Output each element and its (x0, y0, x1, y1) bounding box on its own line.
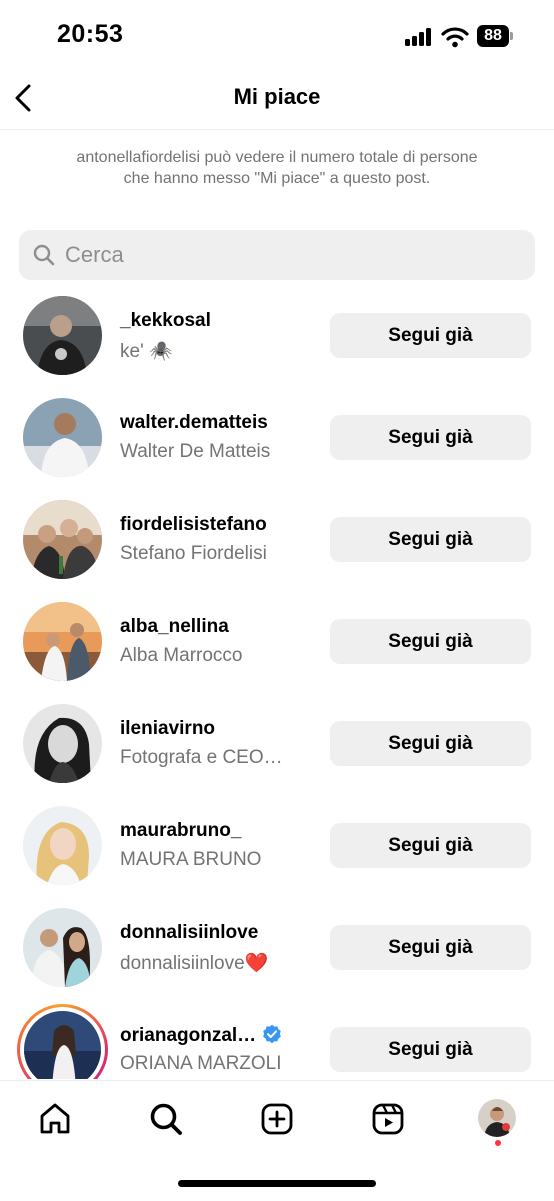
list-item[interactable]: _kekkosal ke' 🕷️ Segui già (0, 283, 554, 385)
full-name: ORIANA MARZOLI (120, 1053, 282, 1074)
following-button[interactable]: Segui già (330, 415, 531, 460)
create-post-icon[interactable] (257, 1099, 297, 1139)
full-name: Alba Marrocco (120, 645, 243, 666)
username[interactable]: alba_nellina (120, 616, 229, 638)
following-button[interactable]: Segui già (330, 1027, 531, 1072)
username[interactable]: ileniavirno (120, 718, 215, 740)
following-button[interactable]: Segui già (330, 619, 531, 664)
signal-icon (405, 28, 433, 46)
home-indicator (178, 1180, 376, 1187)
header: Mi piace (0, 72, 554, 130)
status-bar: 20:53 88 (0, 0, 554, 72)
avatar[interactable] (23, 398, 102, 477)
full-name: ke' 🕷️ (120, 341, 173, 362)
list-item[interactable]: donnalisiinlove donnalisiinlove❤️ Segui … (0, 895, 554, 997)
wifi-icon (441, 26, 469, 48)
avatar[interactable] (23, 704, 102, 783)
username[interactable]: fiordelisistefano (120, 514, 267, 536)
status-time: 20:53 (57, 20, 124, 48)
search-input[interactable] (65, 230, 515, 280)
likers-list[interactable]: _kekkosal ke' 🕷️ Segui già walter.dematt… (0, 283, 554, 1079)
following-button[interactable]: Segui già (330, 925, 531, 970)
username[interactable]: orianagonzal… (120, 1024, 282, 1047)
following-button[interactable]: Segui già (330, 313, 531, 358)
likes-visibility-info: antonellafiordelisi può vedere il numero… (76, 149, 478, 187)
username[interactable]: donnalisiinlove (120, 922, 258, 944)
avatar[interactable] (23, 296, 102, 375)
username[interactable]: walter.dematteis (120, 412, 268, 434)
username-text[interactable]: orianagonzal… (120, 1025, 256, 1046)
avatar[interactable] (24, 1011, 101, 1079)
full-name: MAURA BRUNO (120, 849, 262, 870)
battery-level: 88 (477, 25, 509, 47)
list-item[interactable]: ileniavirno Fotografa e CEO… Segui già (0, 691, 554, 793)
notification-dot (495, 1140, 501, 1146)
avatar[interactable] (23, 500, 102, 579)
username[interactable]: _kekkosal (120, 310, 211, 332)
search-bar[interactable] (19, 230, 535, 280)
avatar[interactable] (23, 602, 102, 681)
following-button[interactable]: Segui già (330, 721, 531, 766)
avatar[interactable] (23, 908, 102, 987)
page-title: Mi piace (233, 84, 321, 109)
full-name: donnalisiinlove❤️ (120, 953, 269, 974)
search-icon[interactable] (146, 1099, 186, 1139)
list-item[interactable]: maurabruno_ MAURA BRUNO Segui già (0, 793, 554, 895)
avatar[interactable] (23, 806, 102, 885)
list-item[interactable]: alba_nellina Alba Marrocco Segui già (0, 589, 554, 691)
full-name: Walter De Matteis (120, 441, 271, 462)
username[interactable]: maurabruno_ (120, 820, 241, 842)
full-name: Stefano Fiordelisi (120, 543, 267, 564)
list-item[interactable]: fiordelisistefano Stefano Fiordelisi Seg… (0, 487, 554, 589)
profile-avatar[interactable] (478, 1099, 516, 1137)
full-name: Fotografa e CEO… (120, 747, 283, 768)
home-icon[interactable] (35, 1099, 75, 1139)
following-button[interactable]: Segui già (330, 517, 531, 562)
following-button[interactable]: Segui già (330, 823, 531, 868)
reels-icon[interactable] (368, 1099, 408, 1139)
verified-badge-icon (262, 1024, 282, 1044)
list-item[interactable]: orianagonzal… ORIANA MARZOLI Segui già (0, 997, 554, 1079)
search-icon (33, 244, 55, 266)
battery-icon: 88 (477, 25, 513, 47)
list-item[interactable]: walter.dematteis Walter De Matteis Segui… (0, 385, 554, 487)
